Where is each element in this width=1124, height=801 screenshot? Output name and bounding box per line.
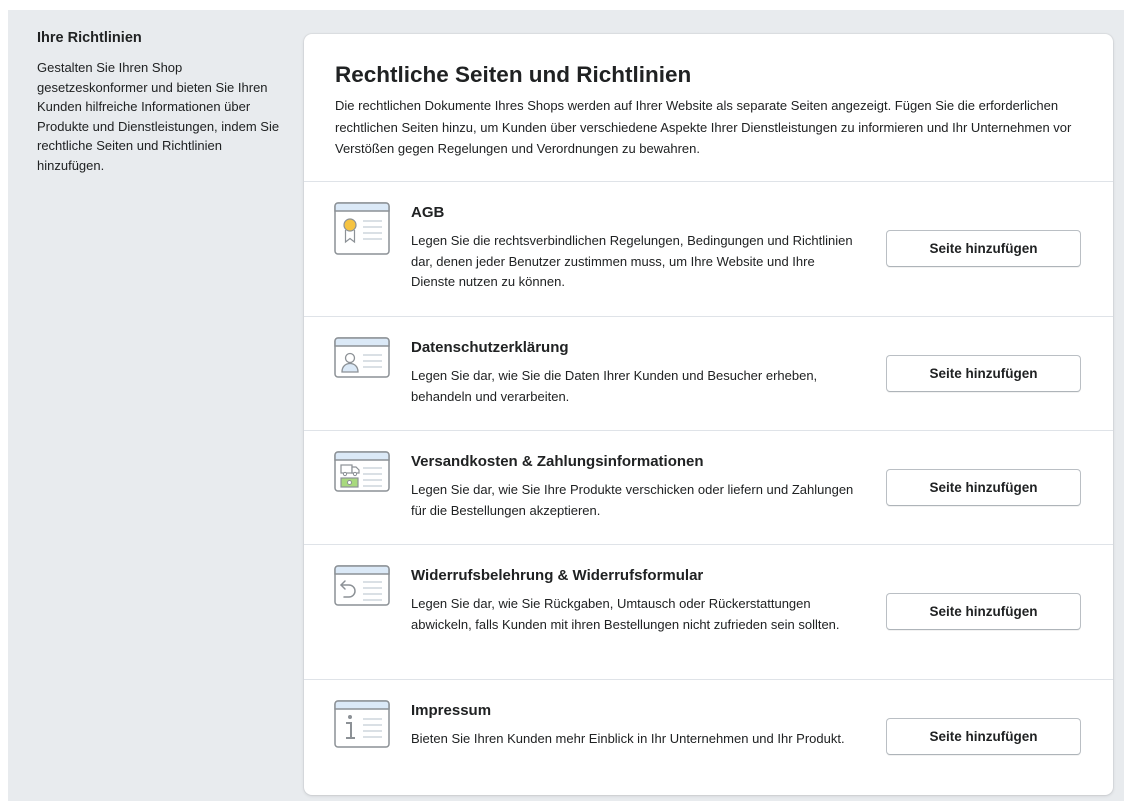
aside-description: Gestalten Sie Ihren Shop gesetzeskonform… <box>37 60 280 173</box>
policy-title: Datenschutzerklärung <box>411 339 569 356</box>
add-shipping-page-button[interactable]: Seite hinzufügen <box>886 469 1081 506</box>
add-imprint-page-button[interactable]: Seite hinzufügen <box>886 718 1081 755</box>
policy-title: AGB <box>411 204 445 221</box>
policy-title: Widerrufsbelehrung & Widerrufsformular <box>411 567 704 584</box>
return-document-icon <box>334 565 390 606</box>
card-title: Rechtliche Seiten und Richtlinien <box>335 62 692 87</box>
policy-description: Legen Sie dar, wie Sie Rückgaben, Umtaus… <box>411 596 840 632</box>
legal-pages-card: Rechtliche Seiten und Richtlinien Die re… <box>304 34 1113 795</box>
policies-aside: Ihre Richtlinien Gestalten Sie Ihren Sho… <box>37 30 287 175</box>
policy-row-shipping: Versandkosten & Zahlungsinformationen Le… <box>304 431 1113 545</box>
policy-text: AGB Legen Sie die rechtsverbindlichen Re… <box>411 204 861 293</box>
policy-row-imprint: Impressum Bieten Sie Ihren Kunden mehr E… <box>304 680 1113 795</box>
add-agb-page-button[interactable]: Seite hinzufügen <box>886 230 1081 267</box>
policy-title: Impressum <box>411 702 492 719</box>
card-description: Die rechtlichen Dokumente Ihres Shops we… <box>335 98 1072 156</box>
person-document-icon <box>334 337 390 378</box>
card-header: Rechtliche Seiten und Richtlinien Die re… <box>304 34 1113 182</box>
policy-text: Datenschutzerklärung Legen Sie dar, wie … <box>411 339 861 407</box>
policy-description: Legen Sie die rechtsverbindlichen Regelu… <box>411 233 853 289</box>
shipping-payment-document-icon <box>334 451 390 492</box>
award-document-icon <box>334 202 390 255</box>
policy-row-agb: AGB Legen Sie die rechtsverbindlichen Re… <box>304 182 1113 317</box>
policy-description: Legen Sie dar, wie Sie Ihre Produkte ver… <box>411 482 854 518</box>
add-returns-page-button[interactable]: Seite hinzufügen <box>886 593 1081 630</box>
info-document-icon <box>334 700 390 748</box>
policy-row-privacy: Datenschutzerklärung Legen Sie dar, wie … <box>304 317 1113 431</box>
aside-title: Ihre Richtlinien <box>37 30 142 46</box>
add-privacy-page-button[interactable]: Seite hinzufügen <box>886 355 1081 392</box>
policy-title: Versandkosten & Zahlungsinformationen <box>411 453 704 470</box>
policy-row-returns: Widerrufsbelehrung & Widerrufsformular L… <box>304 545 1113 680</box>
policy-description: Legen Sie dar, wie Sie die Daten Ihrer K… <box>411 368 818 404</box>
policy-text: Impressum Bieten Sie Ihren Kunden mehr E… <box>411 702 861 750</box>
policy-text: Versandkosten & Zahlungsinformationen Le… <box>411 453 861 521</box>
policy-description: Bieten Sie Ihren Kunden mehr Einblick in… <box>411 731 845 746</box>
policy-text: Widerrufsbelehrung & Widerrufsformular L… <box>411 567 861 635</box>
